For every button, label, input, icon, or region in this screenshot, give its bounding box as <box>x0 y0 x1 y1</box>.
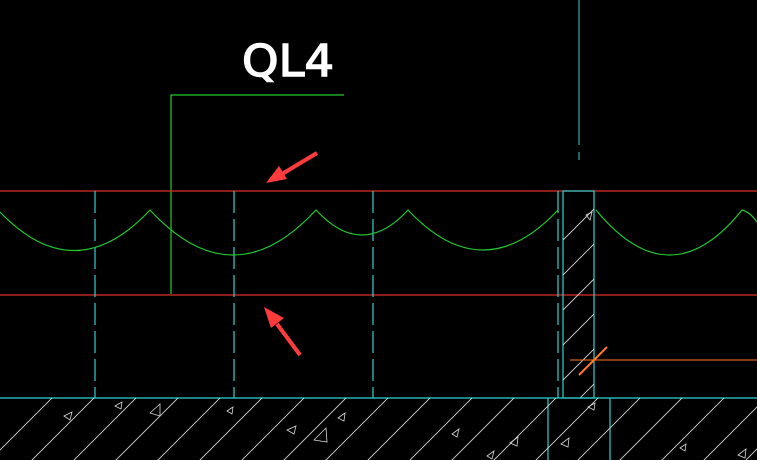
arrow-upper <box>266 151 319 183</box>
arrow-lower <box>264 307 302 357</box>
column-triangle-mark <box>585 211 593 221</box>
slab-hatch <box>0 398 757 460</box>
slab-aggregate-marks <box>63 401 747 460</box>
label-leader-line <box>170 94 344 294</box>
cad-drawing-canvas: QL4 <box>0 0 757 460</box>
revision-cloud <box>0 209 757 256</box>
dimension-tick <box>578 346 608 376</box>
member-tag-label: QL4 <box>242 36 334 87</box>
